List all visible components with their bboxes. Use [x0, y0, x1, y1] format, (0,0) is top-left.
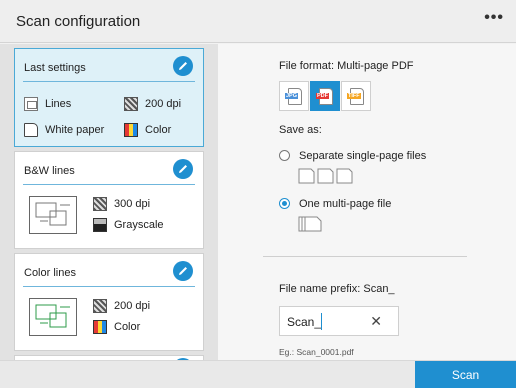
- preset-card-bw-lines[interactable]: B&W lines 300 dpi Grayscale: [14, 151, 204, 249]
- jpg-icon: JPG: [285, 93, 299, 99]
- option-multi-label: One multi-page file: [299, 198, 392, 210]
- bottom-bar: Scan: [0, 360, 516, 388]
- spec-label: 200 dpi: [114, 300, 151, 312]
- spec-label: Color: [145, 124, 172, 136]
- color-icon: [93, 320, 107, 334]
- format-jpg-button[interactable]: JPG: [279, 81, 309, 111]
- scan-button[interactable]: Scan: [415, 361, 516, 388]
- pdf-icon: PDF: [316, 93, 329, 99]
- format-tiff-button[interactable]: TIFF: [341, 81, 371, 111]
- spec-color: Color: [93, 320, 140, 334]
- spec-paper: White paper: [24, 123, 104, 137]
- spec-dpi: 200 dpi: [124, 97, 181, 111]
- separate-pages-icon: [298, 168, 353, 184]
- grayscale-icon: [93, 218, 107, 232]
- spec-dpi: 200 dpi: [93, 299, 150, 313]
- preset-card-last-settings[interactable]: Last settings Lines 200 dpi White paper …: [14, 48, 204, 147]
- card-divider: [23, 286, 195, 287]
- preset-title: B&W lines: [24, 165, 75, 177]
- spec-label: Lines: [45, 98, 72, 110]
- page-title: Scan configuration: [16, 13, 141, 30]
- bw-lines-thumbnail-icon: [29, 196, 77, 234]
- format-pdf-button[interactable]: PDF: [310, 81, 340, 111]
- dpi-icon: [93, 299, 107, 313]
- file-format-selector[interactable]: JPG PDF TIFF: [279, 81, 372, 111]
- spec-lines: Lines: [24, 97, 71, 111]
- card-divider: [23, 81, 195, 82]
- save-as-label: Save as:: [279, 124, 322, 136]
- white-paper-icon: [24, 123, 38, 137]
- more-options-icon[interactable]: •••: [484, 9, 504, 27]
- spec-label: 300 dpi: [114, 198, 151, 210]
- tiff-icon: TIFF: [347, 93, 361, 99]
- file-name-prefix-input[interactable]: Scan_ ✕: [279, 306, 399, 336]
- spec-label: Grayscale: [114, 219, 164, 231]
- dpi-icon: [93, 197, 107, 211]
- file-name-example: Eg.: Scan_0001.pdf: [279, 347, 354, 357]
- dpi-icon: [124, 97, 138, 111]
- spec-label: Color: [114, 321, 141, 333]
- color-lines-thumbnail-icon: [29, 298, 77, 336]
- preset-title: Last settings: [24, 62, 86, 74]
- section-divider: [263, 256, 467, 257]
- spec-label: 200 dpi: [145, 98, 182, 110]
- radio-separate-files[interactable]: [279, 150, 290, 161]
- preset-card-color-lines[interactable]: Color lines 200 dpi Color: [14, 253, 204, 351]
- lines-icon: [24, 97, 38, 111]
- spec-dpi: 300 dpi: [93, 197, 150, 211]
- preset-title: Color lines: [24, 267, 76, 279]
- clear-icon[interactable]: ✕: [370, 313, 382, 330]
- spec-grayscale: Grayscale: [93, 218, 164, 232]
- file-name-prefix-label: File name prefix: Scan_: [279, 283, 395, 295]
- option-separate-label: Separate single-page files: [299, 150, 427, 162]
- radio-multi-page-file[interactable]: [279, 198, 290, 209]
- multi-page-icon: [298, 216, 322, 232]
- prefix-value: Scan_: [287, 315, 322, 329]
- card-divider: [23, 184, 195, 185]
- text-caret: [321, 313, 322, 330]
- title-bar: Scan configuration •••: [0, 0, 516, 43]
- edit-pencil-icon[interactable]: [173, 159, 193, 179]
- edit-pencil-icon[interactable]: [173, 56, 193, 76]
- edit-pencil-icon[interactable]: [173, 261, 193, 281]
- settings-panel: File format: Multi-page PDF JPG PDF TIFF…: [218, 44, 516, 360]
- file-format-label: File format: Multi-page PDF: [279, 60, 414, 72]
- spec-label: White paper: [45, 124, 105, 136]
- spec-color: Color: [124, 123, 171, 137]
- preset-list[interactable]: Last settings Lines 200 dpi White paper …: [0, 44, 218, 360]
- color-icon: [124, 123, 138, 137]
